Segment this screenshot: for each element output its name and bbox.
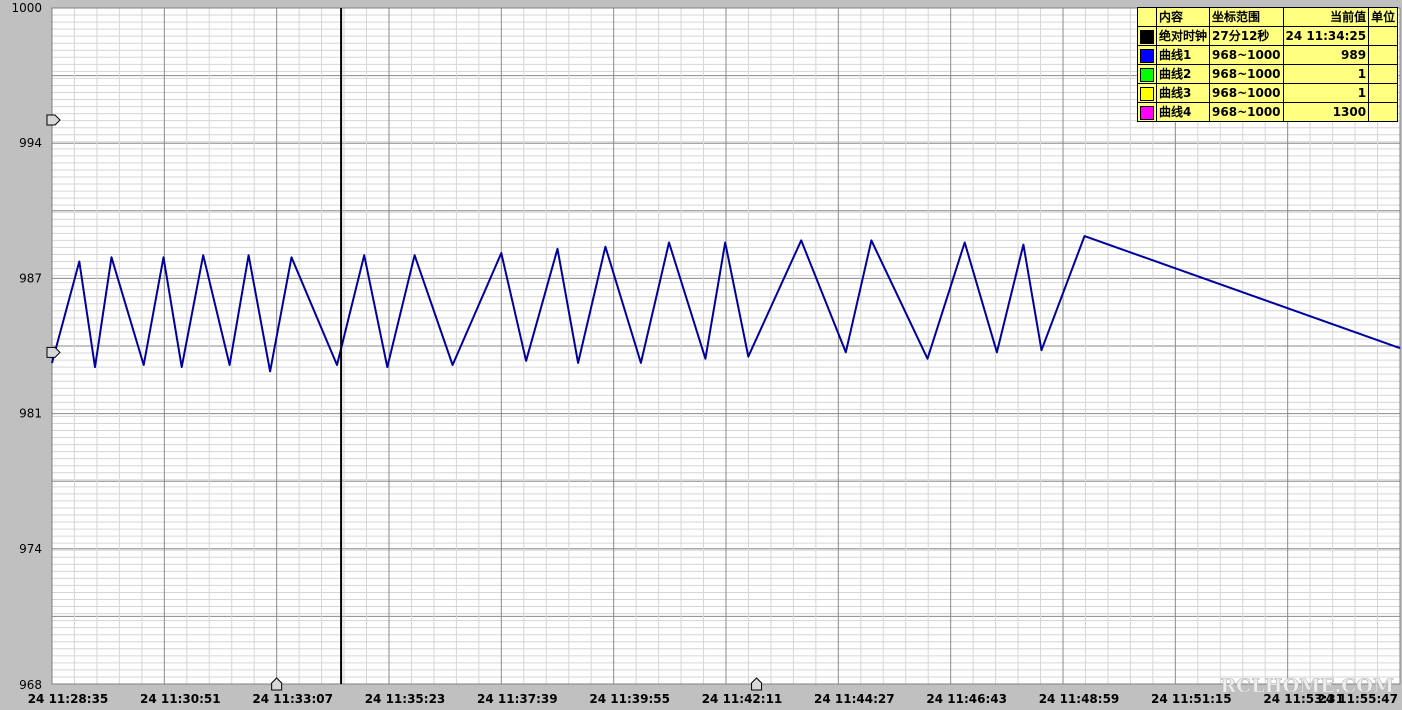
data-point [964,241,966,243]
data-point [386,366,388,368]
data-point [577,362,579,364]
legend-header-range: 坐标范围 [1209,7,1284,27]
y-tick-labels: 1000 994 987 981 974 968 [11,1,42,692]
legend-name: 曲线1 [1155,45,1211,65]
legend-row-curve1[interactable]: 曲线1 968~1000 989 [1137,45,1399,65]
legend-swatch-cell [1137,83,1157,103]
legend-row-curve3[interactable]: 曲线3 968~1000 1 [1137,83,1399,103]
legend-value: 989 [1282,45,1370,65]
data-point [202,254,204,256]
x-tick-label: 24 11:44:27 [814,692,895,706]
data-point [414,254,416,256]
legend-range: 968~1000 [1209,83,1284,103]
data-point [640,362,642,364]
legend-swatch-cell [1137,26,1157,46]
x-tick-label: 24 11:46:43 [926,692,1007,706]
legend-row-curve4[interactable]: 曲线4 968~1000 1300 [1137,102,1399,122]
legend-value: 1 [1282,83,1370,103]
x-tick-label: 24 11:30:51 [140,692,221,706]
data-point [668,241,670,243]
legend-unit [1368,102,1399,122]
legend-header-value: 当前值 [1282,7,1370,27]
y-tick-label: 974 [19,542,42,556]
data-point [557,248,558,250]
y-tick-label: 987 [19,271,42,285]
x-tick-label: 24 11:35:23 [365,692,446,706]
data-point [363,254,365,256]
legend-name: 曲线4 [1155,102,1211,122]
legend-name: 绝对时钟 [1155,26,1211,46]
legend-header-row: 内容 坐标范围 当前值 单位 [1137,7,1399,27]
data-point [51,362,53,364]
data-point [525,360,527,362]
color-swatch-icon[interactable] [1140,48,1154,63]
legend-unit [1368,45,1399,65]
data-point [870,239,872,241]
y-tick-label: 981 [19,407,42,421]
color-swatch-icon[interactable] [1140,29,1154,44]
legend-unit [1368,83,1399,103]
legend-header-swatch-cell [1137,7,1157,27]
x-tick-labels: 24 11:28:35 24 11:30:51 24 11:33:07 24 11:3… [28,692,1398,706]
data-point [94,366,96,368]
legend-unit [1368,64,1399,84]
data-point [1399,347,1401,349]
legend-name: 曲线3 [1155,83,1211,103]
data-point [163,256,165,258]
data-point [845,351,847,353]
data-point [704,358,706,360]
x-tick-label: 24 11:42:11 [702,692,783,706]
data-point [996,351,998,353]
x-tick-label: 24 11:33:07 [252,692,333,706]
x-tick-label: 24 11:48:59 [1039,692,1120,706]
data-point [927,358,929,360]
data-point [747,356,749,358]
legend-name: 曲线2 [1155,64,1211,84]
data-point [229,364,231,366]
legend-range: 968~1000 [1209,45,1284,65]
data-point [1041,349,1043,351]
data-point [181,366,183,368]
legend-header-content: 内容 [1155,7,1211,27]
x-tick-label: 24 11:37:39 [477,692,558,706]
data-point [1083,235,1085,237]
legend-value: 1 [1282,64,1370,84]
data-point [724,241,726,243]
legend-swatch-cell [1137,64,1157,84]
legend-header-unit: 单位 [1368,7,1399,27]
data-point [291,256,293,258]
color-swatch-icon[interactable] [1140,67,1154,82]
x-tick-label: 24 11:28:35 [28,692,109,706]
y-tick-label: 968 [19,678,42,692]
y-tick-label: 994 [19,136,42,150]
data-point [110,256,112,258]
watermark: RCLHOME.COM [1220,675,1394,697]
data-point [78,261,80,262]
legend-range: 27分12秒 [1209,26,1284,46]
data-point [269,370,271,372]
legend-table: 内容 坐标范围 当前值 单位 绝对时钟 27分12秒 24 11:34:25 曲… [1137,7,1399,122]
data-point [143,364,145,366]
y-tick-label: 1000 [11,1,42,15]
data-point [604,246,606,248]
legend-swatch-cell [1137,45,1157,65]
data-point [500,252,502,254]
legend-swatch-cell [1137,102,1157,122]
legend-unit [1368,26,1399,46]
legend-range: 968~1000 [1209,102,1284,122]
legend-range: 968~1000 [1209,64,1284,84]
data-point [1022,244,1024,246]
data-point [452,364,454,366]
color-swatch-icon[interactable] [1140,105,1154,120]
data-point [800,239,802,241]
legend-value: 24 11:34:25 [1282,26,1370,46]
color-swatch-icon[interactable] [1140,86,1154,101]
data-point [336,364,338,366]
x-tick-label: 24 11:39:55 [589,692,670,706]
legend-row-curve2[interactable]: 曲线2 968~1000 1 [1137,64,1399,84]
data-point [248,254,250,256]
legend-value: 1300 [1282,102,1370,122]
legend-row-clock[interactable]: 绝对时钟 27分12秒 24 11:34:25 [1137,26,1399,46]
